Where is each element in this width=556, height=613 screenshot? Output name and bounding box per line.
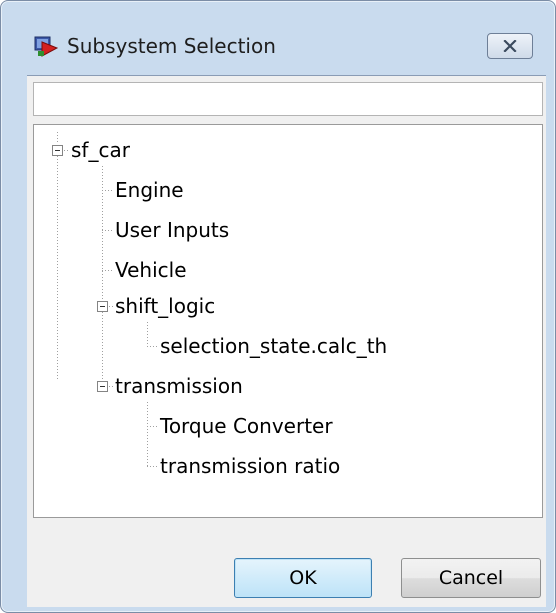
- tree-node-user-inputs[interactable]: User Inputs: [115, 213, 229, 247]
- tree-node-sf-car[interactable]: sf_car: [71, 133, 130, 167]
- tree-node-transmission-ratio[interactable]: transmission ratio: [160, 449, 340, 483]
- expander-shift-logic-toggle[interactable]: [97, 301, 108, 312]
- subsystem-tree: sf_car Engine User Inputs Vehicle shift_…: [33, 124, 543, 518]
- tree-node-shift-logic[interactable]: shift_logic: [115, 289, 215, 323]
- tree-node-selection-state-calc-th[interactable]: selection_state.calc_th: [160, 329, 387, 363]
- tree-node-engine[interactable]: Engine: [115, 173, 184, 207]
- close-x-icon: [503, 37, 517, 56]
- expander-transmission-toggle[interactable]: [97, 381, 108, 392]
- expander-sf-car-toggle[interactable]: [52, 145, 63, 156]
- tree-node-torque-converter[interactable]: Torque Converter: [160, 409, 333, 443]
- tree-node-transmission[interactable]: transmission: [115, 369, 243, 403]
- subsystem-selection-dialog: Subsystem Selection sf_car Engine User I…: [0, 0, 556, 613]
- dialog-content: sf_car Engine User Inputs Vehicle shift_…: [27, 75, 546, 607]
- close-button[interactable]: [487, 33, 533, 59]
- simulink-model-icon: [34, 34, 59, 58]
- search-input[interactable]: [33, 82, 543, 116]
- window-title: Subsystem Selection: [67, 34, 276, 58]
- ok-button[interactable]: OK: [234, 558, 372, 598]
- cancel-button[interactable]: Cancel: [401, 558, 541, 598]
- tree-node-vehicle[interactable]: Vehicle: [115, 253, 187, 287]
- title-bar[interactable]: Subsystem Selection: [1, 1, 555, 71]
